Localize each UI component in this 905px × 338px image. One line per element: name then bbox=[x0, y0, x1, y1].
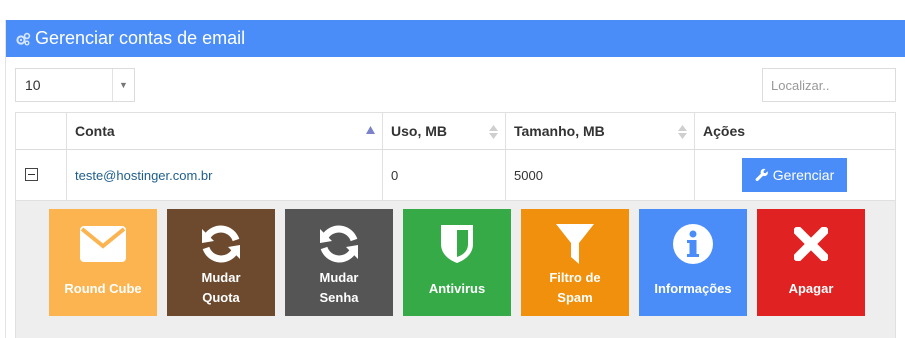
gerenciar-button[interactable]: Gerenciar bbox=[742, 158, 847, 192]
column-header-acoes: Ações bbox=[703, 123, 746, 139]
column-header-uso[interactable]: Uso, MB bbox=[383, 113, 506, 149]
filter-icon bbox=[556, 209, 594, 268]
column-header-label: Conta bbox=[75, 123, 115, 139]
column-header-conta[interactable]: Conta bbox=[67, 113, 383, 149]
column-header-label: Uso, MB bbox=[391, 123, 447, 139]
gears-icon bbox=[15, 31, 31, 47]
table-row: teste@hostinger.com.br 0 5000 Gerenciar bbox=[16, 150, 895, 201]
column-header-expand bbox=[16, 113, 67, 149]
tile-label: Antivirus bbox=[428, 280, 486, 296]
tile-label: Informações bbox=[654, 280, 732, 296]
column-header-label: Tamanho, MB bbox=[514, 123, 605, 139]
uso-cell: 0 bbox=[383, 150, 506, 200]
wrench-icon bbox=[755, 168, 768, 182]
informacoes-tile[interactable]: Informações bbox=[639, 209, 747, 316]
page-length-select[interactable]: 10 ▼ bbox=[15, 68, 135, 102]
search-input[interactable] bbox=[762, 68, 896, 102]
filtro-spam-tile[interactable]: Filtro de Spam bbox=[521, 209, 629, 316]
tile-label: Filtro de Spam bbox=[549, 270, 601, 305]
column-header-tamanho[interactable]: Tamanho, MB bbox=[506, 113, 695, 149]
collapse-icon[interactable] bbox=[25, 168, 38, 181]
envelope-icon bbox=[80, 209, 126, 269]
shield-icon bbox=[440, 209, 474, 269]
tile-label: Mudar Quota bbox=[201, 270, 241, 305]
page-length-value: 10 bbox=[25, 77, 41, 93]
sort-icon[interactable] bbox=[678, 125, 687, 139]
account-actions: Round Cube Mudar Quota Mudar Senha Antiv… bbox=[16, 201, 895, 338]
roundcube-tile[interactable]: Round Cube bbox=[49, 209, 157, 316]
chevron-down-icon[interactable]: ▼ bbox=[112, 69, 134, 101]
close-icon bbox=[794, 209, 828, 269]
panel-header: Gerenciar contas de email bbox=[6, 20, 905, 57]
tamanho-cell: 5000 bbox=[506, 150, 695, 200]
tile-label: Mudar Senha bbox=[319, 270, 359, 305]
mudar-quota-tile[interactable]: Mudar Quota bbox=[167, 209, 275, 316]
antivirus-tile[interactable]: Antivirus bbox=[403, 209, 511, 316]
acoes-cell: Gerenciar bbox=[695, 150, 895, 200]
info-icon bbox=[673, 209, 713, 269]
tile-label: Apagar bbox=[788, 280, 834, 296]
table-header-row: Conta Uso, MB Tamanho, MB Ações bbox=[16, 112, 895, 150]
sort-icon[interactable] bbox=[489, 125, 498, 139]
conta-cell: teste@hostinger.com.br bbox=[67, 150, 383, 200]
tile-label: Round Cube bbox=[64, 280, 142, 296]
page-title: Gerenciar contas de email bbox=[35, 28, 246, 48]
email-link[interactable]: teste@hostinger.com.br bbox=[75, 168, 212, 183]
sort-asc-icon[interactable] bbox=[366, 126, 375, 134]
expand-cell bbox=[16, 150, 67, 200]
refresh-icon bbox=[318, 209, 360, 268]
accounts-table: Conta Uso, MB Tamanho, MB Ações teste@ho… bbox=[15, 112, 896, 338]
refresh-icon bbox=[200, 209, 242, 268]
mudar-senha-tile[interactable]: Mudar Senha bbox=[285, 209, 393, 316]
apagar-tile[interactable]: Apagar bbox=[757, 209, 865, 316]
gerenciar-label: Gerenciar bbox=[772, 167, 835, 183]
